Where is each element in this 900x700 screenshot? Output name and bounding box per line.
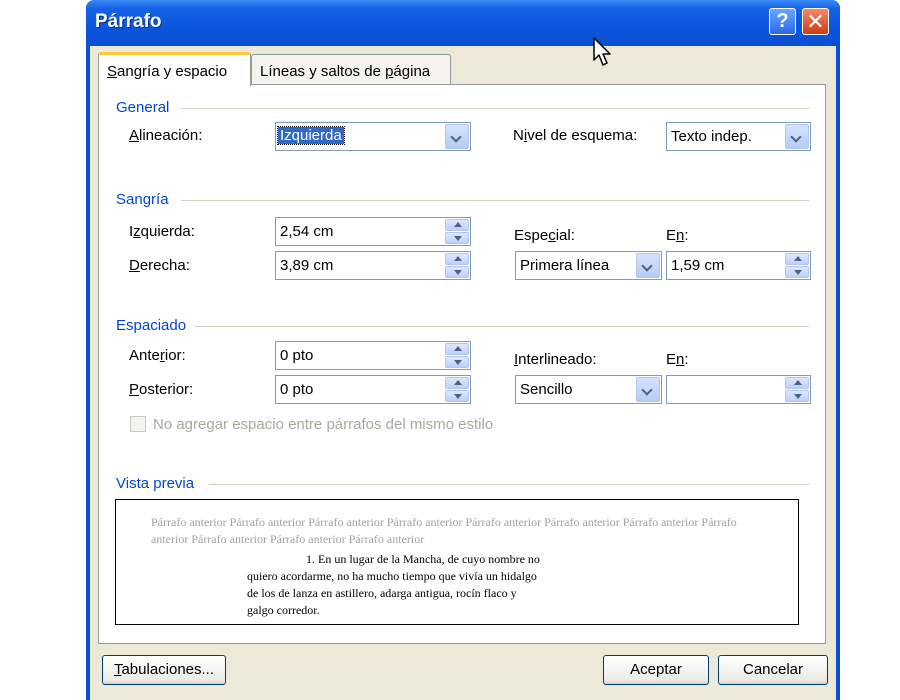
spacing-before-value: 0 pto bbox=[280, 347, 314, 364]
spacing-before-spinner[interactable]: 0 pto bbox=[275, 341, 471, 370]
alignment-label: Alineación: bbox=[129, 127, 203, 144]
divider bbox=[195, 326, 809, 327]
divider bbox=[181, 108, 809, 109]
spinner-arrows-icon[interactable] bbox=[785, 253, 809, 278]
special-value: Primera línea bbox=[520, 257, 610, 274]
chevron-down-icon[interactable] bbox=[636, 253, 660, 278]
outline-level-dropdown[interactable]: Texto indep. bbox=[666, 122, 811, 151]
indent-left-value: 2,54 cm bbox=[280, 223, 334, 240]
divider bbox=[209, 484, 809, 485]
line-spacing-dropdown[interactable]: Sencillo bbox=[515, 375, 662, 404]
indent-by-spinner[interactable]: 1,59 cm bbox=[666, 251, 811, 280]
tabs-button[interactable]: Tabulaciones... bbox=[102, 655, 226, 685]
indent-left-spinner[interactable]: 2,54 cm bbox=[275, 217, 471, 246]
section-preview: Vista previa bbox=[116, 475, 195, 492]
section-spacing: Espaciado bbox=[116, 317, 187, 334]
ok-button[interactable]: Aceptar bbox=[603, 655, 709, 685]
spacing-after-spinner[interactable]: 0 pto bbox=[275, 375, 471, 404]
tab-indent-spacing[interactable]: Sangría y espacio bbox=[98, 52, 251, 86]
paragraph-dialog: Párrafo ? ✕ Sangría y espacio Líneas y s… bbox=[86, 0, 840, 700]
line-spacing-value: Sencillo bbox=[520, 381, 573, 398]
chevron-down-icon[interactable] bbox=[785, 124, 809, 149]
chevron-down-icon[interactable] bbox=[636, 377, 660, 402]
line-spacing-at-spinner[interactable] bbox=[666, 375, 811, 404]
tab-line-page-breaks[interactable]: Líneas y saltos de página bbox=[251, 54, 451, 86]
indent-left-label: Izquierda: bbox=[129, 223, 195, 240]
preview-line: quiero acordarme, no ha mucho tiempo que… bbox=[247, 569, 537, 583]
spinner-arrows-icon[interactable] bbox=[445, 343, 469, 368]
alignment-dropdown[interactable]: Izquierda bbox=[275, 122, 471, 151]
line-spacing-label: Interlineado: bbox=[514, 351, 597, 368]
no-space-checkbox[interactable] bbox=[130, 416, 146, 432]
indent-right-label: Derecha: bbox=[129, 257, 190, 274]
section-general: General bbox=[116, 99, 170, 116]
preview-box: Párrafo anterior Párrafo anterior Párraf… bbox=[115, 499, 799, 625]
indent-right-spinner[interactable]: 3,89 cm bbox=[275, 251, 471, 280]
outline-level-value: Texto indep. bbox=[671, 128, 752, 145]
special-dropdown[interactable]: Primera línea bbox=[515, 251, 662, 280]
spinner-arrows-icon[interactable] bbox=[445, 377, 469, 402]
alignment-value: Izquierda bbox=[277, 126, 345, 145]
section-indent: Sangría bbox=[116, 191, 169, 208]
close-button[interactable]: ✕ bbox=[802, 8, 829, 35]
help-button[interactable]: ? bbox=[769, 8, 796, 35]
dialog-title: Párrafo bbox=[95, 11, 162, 32]
close-icon: ✕ bbox=[806, 9, 825, 34]
mouse-cursor-icon bbox=[593, 37, 611, 66]
special-label: Especial: bbox=[514, 227, 575, 244]
preview-line: de los de lanza en astillero, adarga ant… bbox=[247, 586, 517, 600]
divider bbox=[181, 200, 809, 201]
title-bar[interactable]: Párrafo ? ✕ bbox=[86, 0, 840, 46]
spinner-arrows-icon[interactable] bbox=[445, 253, 469, 278]
spinner-arrows-icon[interactable] bbox=[785, 377, 809, 402]
dialog-body: Sangría y espacio Líneas y saltos de pág… bbox=[90, 46, 836, 700]
no-space-label: No agregar espacio entre párrafos del mi… bbox=[153, 416, 494, 433]
help-icon: ? bbox=[776, 10, 789, 32]
indent-right-value: 3,89 cm bbox=[280, 257, 334, 274]
chevron-down-icon[interactable] bbox=[445, 124, 469, 149]
spacing-after-value: 0 pto bbox=[280, 381, 314, 398]
spacing-after-label: Posterior: bbox=[129, 381, 194, 398]
spinner-arrows-icon[interactable] bbox=[445, 219, 469, 244]
tab-panel: General Alineación: Izquierda Nivel de e… bbox=[98, 84, 826, 644]
cancel-button[interactable]: Cancelar bbox=[718, 655, 828, 685]
preview-line: galgo corredor. bbox=[247, 603, 320, 617]
preview-previous-paragraph: Párrafo anterior Párrafo anterior Párraf… bbox=[151, 515, 737, 546]
preview-line: 1. En un lugar de la Mancha, de cuyo nom… bbox=[306, 552, 540, 566]
line-spacing-at-label: En: bbox=[666, 351, 689, 368]
outline-level-label: Nivel de esquema: bbox=[513, 127, 638, 144]
indent-by-label: En: bbox=[666, 227, 689, 244]
spacing-before-label: Anterior: bbox=[129, 347, 186, 364]
indent-by-value: 1,59 cm bbox=[671, 257, 725, 274]
